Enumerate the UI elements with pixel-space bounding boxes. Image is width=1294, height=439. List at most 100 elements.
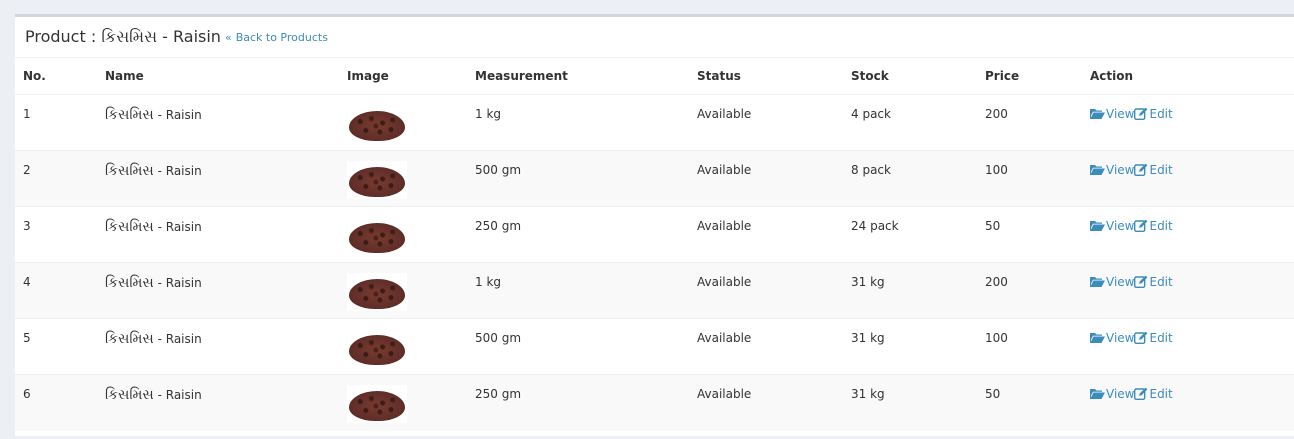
cell-price: 100 <box>985 318 1090 375</box>
name-english: - Raisin <box>153 108 202 122</box>
name-english: - Raisin <box>153 220 202 234</box>
column-header-measurement: Measurement <box>475 58 697 95</box>
cell-stock: 31 kg <box>851 262 985 319</box>
cell-action: View Edit <box>1090 262 1294 319</box>
cell-no: 2 <box>15 150 105 207</box>
view-link[interactable]: View <box>1090 219 1134 233</box>
cell-no: 3 <box>15 206 105 263</box>
folder-open-icon <box>1090 164 1105 179</box>
cell-stock: 8 pack <box>851 150 985 207</box>
column-header-price: Price <box>985 58 1090 95</box>
edit-link[interactable]: Edit <box>1134 219 1173 235</box>
page-title: Product : કિસમિસ - Raisin <box>25 27 221 46</box>
cell-no: 1 <box>15 94 105 151</box>
name-gujarati: કિસમિસ <box>105 387 154 403</box>
edit-label: Edit <box>1149 387 1173 401</box>
view-link[interactable]: View <box>1090 107 1134 121</box>
table-row: 1 કિસમિસ - Raisin 1 kg Available 4 pack … <box>15 94 1294 151</box>
cell-name: કિસમિસ - Raisin <box>105 262 347 319</box>
edit-label: Edit <box>1149 107 1173 121</box>
folder-open-icon <box>1090 332 1105 347</box>
edit-link[interactable]: Edit <box>1134 275 1173 291</box>
cell-measurement: 1 kg <box>475 94 697 151</box>
cell-image <box>347 318 475 375</box>
cell-name: કિસમિસ - Raisin <box>105 206 347 263</box>
view-label: View <box>1106 275 1135 289</box>
name-english: - Raisin <box>153 164 202 178</box>
view-link[interactable]: View <box>1090 387 1134 401</box>
double-chevron-left-icon: « <box>224 30 232 44</box>
table-row: 5 કિસમિસ - Raisin 500 gm Available 31 kg… <box>15 318 1294 375</box>
edit-label: Edit <box>1149 219 1173 233</box>
column-header-no: No. <box>15 58 105 95</box>
edit-icon <box>1134 219 1148 235</box>
cell-action: View Edit <box>1090 374 1294 431</box>
table-header-row: No. Name Image Measurement Status Stock … <box>15 58 1294 95</box>
edit-icon <box>1134 387 1148 403</box>
cell-status: Available <box>697 262 851 319</box>
view-label: View <box>1106 219 1135 233</box>
cell-no: 4 <box>15 262 105 319</box>
table-row: 3 કિસમિસ - Raisin 250 gm Available 24 pa… <box>15 206 1294 263</box>
column-header-status: Status <box>697 58 851 95</box>
name-gujarati: કિસમિસ <box>105 275 154 291</box>
table-row: 6 કિસમિસ - Raisin 250 gm Available 31 kg… <box>15 374 1294 431</box>
cell-image <box>347 262 475 319</box>
view-link[interactable]: View <box>1090 163 1134 177</box>
edit-icon <box>1134 275 1148 291</box>
edit-link[interactable]: Edit <box>1134 107 1173 121</box>
cell-stock: 31 kg <box>851 318 985 375</box>
edit-link[interactable]: Edit <box>1134 163 1173 177</box>
raisin-product-image <box>347 217 407 255</box>
view-link[interactable]: View <box>1090 275 1134 289</box>
raisin-product-image <box>347 329 407 367</box>
name-gujarati: કિસમિસ <box>105 107 154 123</box>
cell-stock: 31 kg <box>851 374 985 431</box>
cell-name: કિસમિસ - Raisin <box>105 94 347 151</box>
back-link-label: Back to Products <box>235 30 328 44</box>
edit-label: Edit <box>1149 331 1173 345</box>
cell-price: 50 <box>985 374 1090 431</box>
view-label: View <box>1106 163 1135 177</box>
cell-measurement: 1 kg <box>475 262 697 319</box>
cell-status: Available <box>697 318 851 375</box>
cell-measurement: 500 gm <box>475 318 697 375</box>
cell-measurement: 250 gm <box>475 374 697 431</box>
product-panel: Product : કિસમિસ - Raisin «Back to Produ… <box>15 14 1294 436</box>
cell-status: Available <box>697 94 851 151</box>
cell-action: View Edit <box>1090 206 1294 263</box>
raisin-product-image <box>347 161 407 199</box>
view-label: View <box>1106 387 1135 401</box>
view-label: View <box>1106 107 1135 121</box>
edit-link[interactable]: Edit <box>1134 331 1173 345</box>
view-label: View <box>1106 331 1135 345</box>
name-english: - Raisin <box>153 332 202 346</box>
cell-image <box>347 206 475 263</box>
back-to-products-link[interactable]: «Back to Products <box>225 31 328 44</box>
product-variants-table: No. Name Image Measurement Status Stock … <box>15 58 1294 431</box>
raisin-product-image <box>347 385 407 423</box>
cell-action: View Edit <box>1090 150 1294 207</box>
edit-label: Edit <box>1149 275 1173 289</box>
cell-price: 100 <box>985 150 1090 207</box>
cell-price: 200 <box>985 94 1090 151</box>
cell-image <box>347 374 475 431</box>
name-gujarati: કિસમિસ <box>105 163 154 179</box>
cell-status: Available <box>697 206 851 263</box>
column-header-image: Image <box>347 58 475 95</box>
cell-status: Available <box>697 150 851 207</box>
edit-link[interactable]: Edit <box>1134 387 1173 403</box>
cell-price: 200 <box>985 262 1090 319</box>
view-link[interactable]: View <box>1090 331 1134 345</box>
column-header-name: Name <box>105 58 347 95</box>
column-header-action: Action <box>1090 58 1294 95</box>
cell-image <box>347 94 475 151</box>
folder-open-icon <box>1090 108 1105 123</box>
name-english: - Raisin <box>153 388 202 402</box>
column-header-stock: Stock <box>851 58 985 95</box>
folder-open-icon <box>1090 388 1105 403</box>
cell-status: Available <box>697 374 851 431</box>
cell-no: 6 <box>15 374 105 431</box>
cell-action: View Edit <box>1090 94 1294 151</box>
cell-measurement: 250 gm <box>475 206 697 263</box>
